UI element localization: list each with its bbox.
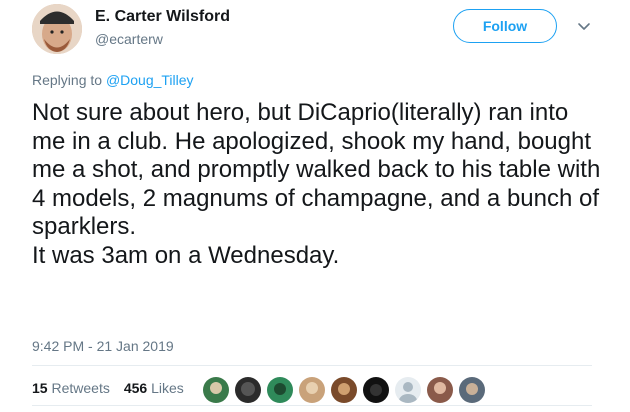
likes-count: 456 xyxy=(123,380,148,396)
liker-avatar[interactable] xyxy=(202,376,230,404)
divider-top xyxy=(32,365,592,366)
author-avatar[interactable] xyxy=(32,4,82,54)
tweet-timestamp[interactable]: 9:42 PM - 21 Jan 2019 xyxy=(32,338,174,354)
divider-bottom xyxy=(32,405,592,406)
liker-avatar[interactable] xyxy=(362,376,390,404)
chevron-down-icon[interactable] xyxy=(576,19,592,35)
likes-stat[interactable]: 456 Likes xyxy=(124,380,184,396)
likers-avatars xyxy=(202,376,486,404)
tweet-stats: 15 Retweets 456 Likes xyxy=(32,380,194,396)
liker-avatar[interactable] xyxy=(458,376,486,404)
likes-label: Likes xyxy=(151,380,184,396)
tweet-text: Not sure about hero, but DiCaprio(litera… xyxy=(32,99,601,269)
author-handle[interactable]: @ecarterw xyxy=(95,31,163,47)
follow-button[interactable]: Follow xyxy=(453,9,557,43)
liker-avatar[interactable] xyxy=(298,376,326,404)
liker-avatar[interactable] xyxy=(266,376,294,404)
liker-avatar[interactable] xyxy=(426,376,454,404)
liker-avatar[interactable] xyxy=(234,376,262,404)
retweets-count: 15 xyxy=(32,380,48,396)
author-name[interactable]: E. Carter Wilsford xyxy=(95,8,230,26)
liker-avatar[interactable] xyxy=(394,376,422,404)
reply-mention-link[interactable]: @Doug_Tilley xyxy=(106,72,194,88)
liker-avatar[interactable] xyxy=(330,376,358,404)
replying-to-label: Replying to xyxy=(32,72,106,88)
replying-to: Replying to @Doug_Tilley xyxy=(32,72,194,88)
avatar-image xyxy=(32,4,82,54)
retweets-label: Retweets xyxy=(51,380,110,396)
retweets-stat[interactable]: 15 Retweets xyxy=(32,380,110,396)
